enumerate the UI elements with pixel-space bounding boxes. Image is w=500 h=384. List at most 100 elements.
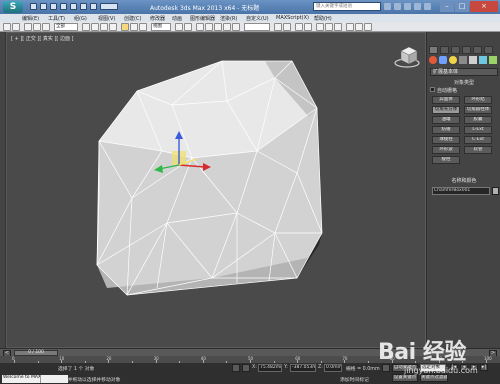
menu-maxscript[interactable]: MAXScript(X) — [276, 15, 309, 21]
lock-selection-icon[interactable] — [232, 364, 240, 372]
snaps-toggle-icon[interactable] — [205, 23, 213, 31]
maxscript-listener[interactable]: Welcome to MAXScript. — [2, 375, 40, 383]
maxscript-output[interactable] — [40, 375, 68, 383]
maximize-button[interactable]: □ — [455, 1, 469, 12]
capsule-button[interactable]: 胶囊 — [464, 116, 492, 124]
chamfer-box-button[interactable]: 切角长方体 — [432, 106, 460, 114]
viewport-label[interactable]: [ + ][ 正交 ][ 真实 ][ 边面 ] — [11, 35, 74, 42]
geometry-category-select[interactable]: 扩展基本体 — [430, 68, 498, 76]
render-setup-icon[interactable] — [346, 23, 354, 31]
perspective-viewport[interactable]: [ + ][ 正交 ][ 真实 ][ 边面 ] — [6, 32, 426, 348]
oil-tank-button[interactable]: 油罐 — [432, 116, 460, 124]
undo-tool-icon[interactable] — [3, 23, 11, 31]
menu-graph-editors[interactable]: 图形编辑器 — [190, 15, 215, 22]
selection-region-icon[interactable] — [100, 23, 108, 31]
menu-tools[interactable]: 工具(T) — [48, 15, 65, 22]
viewport-canvas[interactable] — [7, 33, 427, 349]
select-manipulate-icon[interactable] — [184, 23, 192, 31]
object-type-rollout-title[interactable]: 对象类型 — [430, 79, 498, 86]
pivot-center-icon[interactable] — [175, 23, 183, 31]
spindle-button[interactable]: 纺锤 — [432, 126, 460, 134]
lights-icon[interactable] — [449, 56, 457, 64]
prism-button[interactable]: 棱柱 — [432, 156, 460, 164]
systems-icon[interactable] — [489, 56, 497, 64]
hedra-button[interactable]: 异面体 — [432, 96, 460, 104]
select-by-name-icon[interactable] — [91, 23, 99, 31]
workspace-dropdown[interactable] — [100, 3, 118, 10]
gengon-button[interactable]: 球棱柱 — [432, 136, 460, 144]
tab-create[interactable] — [429, 46, 438, 54]
z-coordinate-field[interactable]: 0.0mm — [324, 364, 342, 372]
x-coordinate-field[interactable]: 75.482mm — [258, 364, 282, 372]
render-production-icon[interactable] — [364, 23, 372, 31]
angle-snap-icon[interactable] — [214, 23, 222, 31]
layer-manager-icon[interactable] — [295, 23, 303, 31]
app-logo-icon[interactable]: S — [3, 1, 23, 13]
fetch-icon[interactable] — [90, 3, 97, 10]
hose-button[interactable]: 软管 — [464, 146, 492, 154]
c-ext-button[interactable]: C-Ext — [464, 136, 492, 144]
communication-icon[interactable] — [404, 3, 411, 10]
curve-editor-icon[interactable] — [316, 23, 324, 31]
space-warps-icon[interactable] — [479, 56, 487, 64]
minimize-button[interactable]: – — [440, 1, 454, 12]
shapes-icon[interactable] — [439, 56, 447, 64]
mirror-icon[interactable] — [274, 23, 282, 31]
align-icon[interactable] — [283, 23, 291, 31]
y-coordinate-field[interactable]: -387.053mm — [290, 364, 316, 372]
select-move-icon[interactable] — [121, 23, 129, 31]
material-editor-icon[interactable] — [334, 23, 342, 31]
helpers-icon[interactable] — [469, 56, 477, 64]
save-file-icon[interactable] — [50, 3, 57, 10]
object-color-swatch[interactable] — [492, 187, 499, 195]
keyboard-shortcut-icon[interactable] — [196, 23, 204, 31]
chamfer-cyl-button[interactable]: 切角圆柱体 — [464, 106, 492, 114]
object-name-input[interactable]: ChamferBox001 — [432, 187, 490, 195]
geometry-icon[interactable] — [429, 56, 437, 64]
close-button[interactable]: × — [470, 1, 498, 12]
ringwave-button[interactable]: 环形波 — [432, 146, 460, 154]
menu-create[interactable]: 创建(C) — [124, 15, 141, 22]
selection-filter-select[interactable]: 全部 — [54, 23, 78, 31]
bind-space-warp-icon[interactable] — [42, 23, 50, 31]
menu-rendering[interactable]: 渲染(R) — [220, 15, 237, 22]
tab-display[interactable] — [473, 46, 482, 54]
select-rotate-icon[interactable] — [130, 23, 138, 31]
graphite-ribbon-icon[interactable] — [304, 23, 312, 31]
percent-snap-icon[interactable] — [223, 23, 231, 31]
schematic-view-icon[interactable] — [325, 23, 333, 31]
redo-tool-icon[interactable] — [12, 23, 20, 31]
menu-edit[interactable]: 编辑(E) — [22, 15, 39, 22]
favorites-icon[interactable] — [414, 3, 421, 10]
undo-icon[interactable] — [60, 3, 67, 10]
search-icon[interactable] — [384, 3, 391, 10]
tab-modify[interactable] — [440, 46, 449, 54]
menu-help[interactable]: 帮助(H) — [314, 15, 332, 22]
name-color-rollout-title[interactable]: 名称和颜色 — [430, 177, 498, 184]
hold-icon[interactable] — [80, 3, 87, 10]
menu-customize[interactable]: 自定义(U) — [246, 15, 269, 22]
spinner-snap-icon[interactable] — [232, 23, 240, 31]
named-selection-sets[interactable] — [244, 23, 270, 31]
menu-views[interactable]: 视图(V) — [98, 15, 115, 22]
torus-knot-button[interactable]: 环形结 — [464, 96, 492, 104]
select-scale-icon[interactable] — [139, 23, 147, 31]
select-object-icon[interactable] — [82, 23, 90, 31]
menu-animation[interactable]: 动画 — [172, 15, 182, 22]
absolute-mode-icon[interactable] — [242, 364, 250, 372]
autogrid-checkbox[interactable] — [430, 87, 435, 92]
rendered-frame-icon[interactable] — [355, 23, 363, 31]
unlink-icon[interactable] — [33, 23, 41, 31]
link-icon[interactable] — [24, 23, 32, 31]
window-crossing-icon[interactable] — [109, 23, 117, 31]
tab-utilities[interactable] — [484, 46, 493, 54]
add-time-tag[interactable]: 添加时间标记 — [340, 376, 369, 383]
tab-motion[interactable] — [462, 46, 471, 54]
subscription-icon[interactable] — [394, 3, 401, 10]
open-file-icon[interactable] — [40, 3, 47, 10]
help-icon[interactable] — [424, 3, 431, 10]
cameras-icon[interactable] — [459, 56, 467, 64]
search-input[interactable]: 键入关键字或短语 — [313, 2, 381, 11]
redo-icon[interactable] — [70, 3, 77, 10]
new-file-icon[interactable] — [30, 3, 37, 10]
